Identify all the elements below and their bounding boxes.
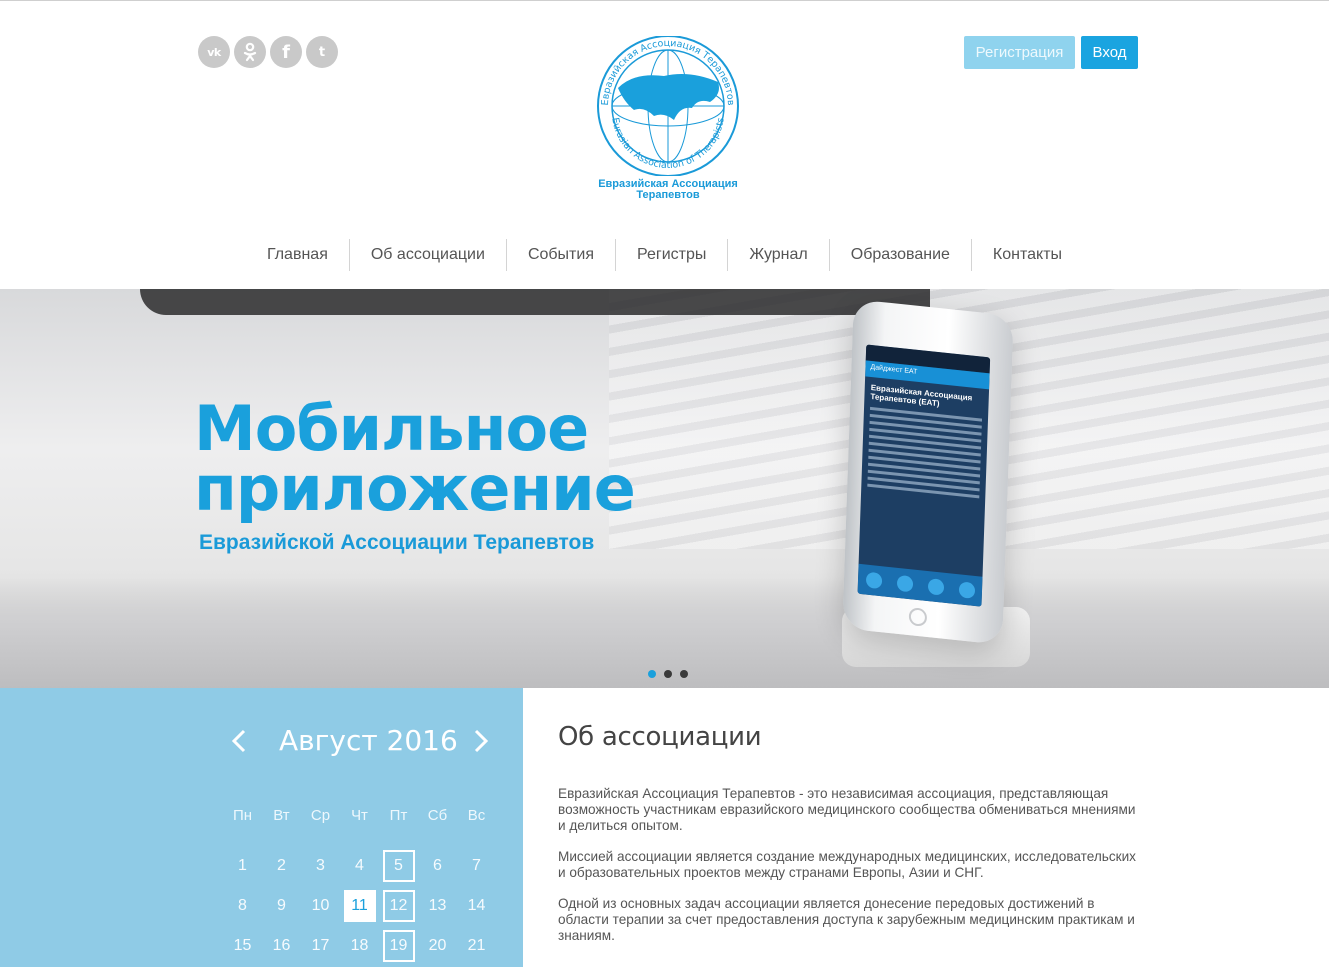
odnoklassniki-icon[interactable]: [234, 36, 266, 68]
top-divider: [0, 0, 1329, 1]
calendar-day[interactable]: 15: [223, 930, 262, 962]
hero-title-line2: приложение: [194, 452, 636, 525]
slider-dot-3[interactable]: [680, 670, 688, 678]
facebook-icon[interactable]: f: [270, 36, 302, 68]
calendar-day[interactable]: 8: [223, 890, 262, 922]
auth-buttons: Регистрация Вход: [964, 36, 1138, 69]
calendar-day-event[interactable]: 19: [379, 930, 418, 962]
calendar-week: 1 2 3 4 5 6 7: [223, 846, 496, 886]
logo-caption-line2: Терапевтов: [636, 189, 700, 201]
slider-dot-2[interactable]: [664, 670, 672, 678]
nav-item-events[interactable]: События: [505, 239, 615, 271]
calendar-grid: Пн Вт Ср Чт Пт Сб Вс 1 2 3 4 5 6 7 8 9 1…: [223, 805, 496, 966]
weekday-label: Пн: [232, 806, 253, 824]
calendar-weekdays: Пн Вт Ср Чт Пт Сб Вс: [223, 805, 496, 825]
about-title: Об ассоциации: [558, 722, 762, 752]
nav-item-journal[interactable]: Журнал: [727, 239, 828, 271]
calendar-day[interactable]: 2: [262, 850, 301, 882]
calendar-day[interactable]: 18: [340, 930, 379, 962]
about-section: Об ассоциации Евразийская Ассоциация Тер…: [558, 722, 1158, 959]
phone-app-content: Евразийская Ассоциация Терапевтов (ЕАТ): [861, 376, 989, 509]
calendar-month-label: Август 2016: [279, 724, 458, 757]
calendar-day[interactable]: 4: [340, 850, 379, 882]
site-logo[interactable]: Евразийская Ассоциация Терапевтов Eurasi…: [594, 35, 742, 206]
calendar-day[interactable]: 3: [301, 850, 340, 882]
logo-caption: Евразийская Ассоциация Терапевтов: [594, 179, 742, 201]
main-nav: Главная Об ассоциации События Регистры Ж…: [0, 239, 1329, 271]
slider-dot-1[interactable]: [648, 670, 656, 678]
weekday-label: Вт: [273, 806, 290, 824]
hero-subtitle: Евразийской Ассоциации Терапевтов: [199, 531, 595, 554]
calendar-day[interactable]: 9: [262, 890, 301, 922]
about-paragraph: Евразийская Ассоциация Терапевтов - это …: [558, 786, 1136, 833]
phone-text-lines: [867, 406, 983, 499]
calendar-day[interactable]: 6: [418, 850, 457, 882]
odnoklassniki-glyph: [243, 42, 257, 62]
calendar-day[interactable]: 16: [262, 930, 301, 962]
hero-title-line1: Мобильное: [194, 392, 589, 465]
calendar-day[interactable]: 1: [223, 850, 262, 882]
chevron-left-icon[interactable]: [228, 728, 250, 754]
hero-slider[interactable]: Мобильное приложение Евразийской Ассоциа…: [0, 289, 1329, 688]
chevron-right-icon[interactable]: [470, 728, 492, 754]
phone-tab-icon: [865, 571, 882, 590]
slider-pagination: [648, 670, 688, 678]
nav-item-contacts[interactable]: Контакты: [970, 239, 1083, 271]
calendar-day[interactable]: 7: [457, 850, 496, 882]
calendar-week: 8 9 10 11 12 13 14: [223, 886, 496, 926]
nav-item-about[interactable]: Об ассоциации: [348, 239, 506, 271]
phone-image: Дайджест ЕАТ Евразийская Ассоциация Тера…: [842, 299, 1014, 645]
weekday-label: Сб: [427, 806, 448, 824]
login-button[interactable]: Вход: [1081, 36, 1138, 69]
twitter-icon[interactable]: t: [306, 36, 338, 68]
calendar-day[interactable]: 20: [418, 930, 457, 962]
hero-title: Мобильное приложение: [194, 392, 636, 525]
weekday-label: Вс: [467, 806, 486, 824]
calendar-day[interactable]: 21: [457, 930, 496, 962]
nav-item-registers[interactable]: Регистры: [614, 239, 727, 271]
weekday-label: Пт: [389, 806, 408, 824]
calendar-day[interactable]: 14: [457, 890, 496, 922]
phone-app-tabbar: [857, 563, 983, 607]
calendar-header: Август 2016: [0, 718, 523, 762]
register-button[interactable]: Регистрация: [964, 36, 1075, 69]
calendar-day[interactable]: 10: [301, 890, 340, 922]
events-calendar: Август 2016 Пн Вт Ср Чт Пт Сб Вс 1 2 3 4…: [0, 688, 523, 967]
nav-item-home[interactable]: Главная: [246, 239, 349, 271]
about-paragraph: Одной из основных задач ассоциации являе…: [558, 896, 1135, 943]
calendar-week: 15 16 17 18 19 20 21: [223, 926, 496, 966]
phone-tab-icon: [927, 578, 944, 596]
weekday-label: Чт: [351, 806, 368, 824]
globe-emblem-icon: Евразийская Ассоциация Терапевтов Eurasi…: [597, 35, 739, 177]
calendar-day[interactable]: 17: [301, 930, 340, 962]
calendar-day-event[interactable]: 5: [379, 850, 418, 882]
phone-tab-icon: [896, 574, 913, 593]
calendar-day-event[interactable]: 12: [379, 890, 418, 922]
calendar-day[interactable]: 13: [418, 890, 457, 922]
calendar-day-today[interactable]: 11: [340, 890, 379, 922]
phone-screen: Дайджест ЕАТ Евразийская Ассоциация Тера…: [857, 344, 991, 607]
hero-background-monitor: [140, 289, 930, 315]
nav-item-education[interactable]: Образование: [828, 239, 971, 271]
phone-home-button: [908, 607, 928, 627]
weekday-label: Ср: [310, 806, 331, 824]
social-links: vk f t: [198, 36, 338, 68]
about-paragraph: Миссией ассоциации является создание меж…: [558, 849, 1136, 880]
phone-tab-icon: [958, 581, 975, 599]
vk-icon[interactable]: vk: [198, 36, 230, 68]
